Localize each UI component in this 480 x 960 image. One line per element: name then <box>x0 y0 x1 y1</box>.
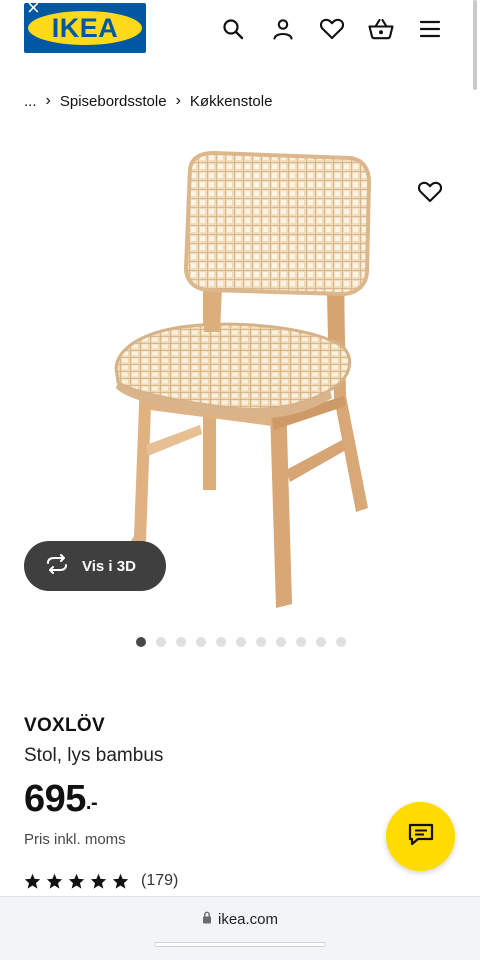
rating-stars <box>24 873 129 889</box>
breadcrumb: ... › Spisebordsstole › Køkkenstole <box>24 92 272 110</box>
breadcrumb-separator: › <box>175 92 181 109</box>
carousel-dot[interactable] <box>176 637 186 647</box>
heart-icon[interactable] <box>317 14 347 44</box>
chat-bubble-icon <box>408 822 434 851</box>
price-suffix: .- <box>85 792 98 814</box>
lock-icon <box>202 911 212 928</box>
carousel-dot[interactable] <box>336 637 346 647</box>
star-icon <box>90 873 107 889</box>
product-name: VOXLÖV <box>24 715 105 736</box>
carousel-dot[interactable] <box>256 637 266 647</box>
breadcrumb-item-spisebordsstole[interactable]: Spisebordsstole <box>60 93 167 110</box>
view-in-3d-button[interactable]: Vis i 3D <box>24 541 166 591</box>
star-icon <box>46 873 63 889</box>
carousel-dot[interactable] <box>136 637 146 647</box>
url-display[interactable]: ikea.com <box>0 911 480 928</box>
view-in-3d-label: Vis i 3D <box>82 557 136 575</box>
carousel-dot[interactable] <box>196 637 206 647</box>
star-icon <box>68 873 85 889</box>
carousel-dot[interactable] <box>276 637 286 647</box>
basket-icon[interactable] <box>366 14 396 44</box>
carousel-dot[interactable] <box>156 637 166 647</box>
logo-text: IKEA <box>51 12 119 43</box>
page-scrollbar[interactable] <box>473 0 477 90</box>
product-description: Stol, lys bambus <box>24 745 164 766</box>
image-carousel-dots[interactable] <box>136 637 346 647</box>
price-note: Pris inkl. moms <box>24 831 126 848</box>
search-icon[interactable] <box>218 14 248 44</box>
star-icon <box>24 873 41 889</box>
carousel-dot[interactable] <box>236 637 246 647</box>
product-rating[interactable]: (179) <box>24 872 178 890</box>
menu-icon[interactable] <box>415 14 445 44</box>
carousel-dot[interactable] <box>316 637 326 647</box>
site-header: IKEA × <box>0 0 480 90</box>
chat-button[interactable] <box>386 802 455 871</box>
user-icon[interactable] <box>268 14 298 44</box>
url-text: ikea.com <box>217 911 279 928</box>
browser-url-bar[interactable]: ikea.com <box>0 896 480 960</box>
breadcrumb-item-kokkenstole[interactable]: Køkkenstole <box>190 93 273 110</box>
rotate-3d-icon <box>44 554 70 578</box>
carousel-dot[interactable] <box>216 637 226 647</box>
star-icon <box>112 873 129 889</box>
breadcrumb-separator: › <box>45 92 51 109</box>
home-indicator[interactable] <box>154 942 326 947</box>
ikea-logo[interactable]: IKEA <box>24 3 146 53</box>
rating-count: (179) <box>141 872 179 889</box>
add-to-favourites-heart-icon[interactable] <box>414 176 446 208</box>
product-price: 695.- <box>24 778 98 821</box>
price-value: 695 <box>24 778 86 820</box>
close-icon[interactable]: × <box>27 0 40 19</box>
breadcrumb-ellipsis[interactable]: ... <box>24 93 37 110</box>
carousel-dot[interactable] <box>296 637 306 647</box>
